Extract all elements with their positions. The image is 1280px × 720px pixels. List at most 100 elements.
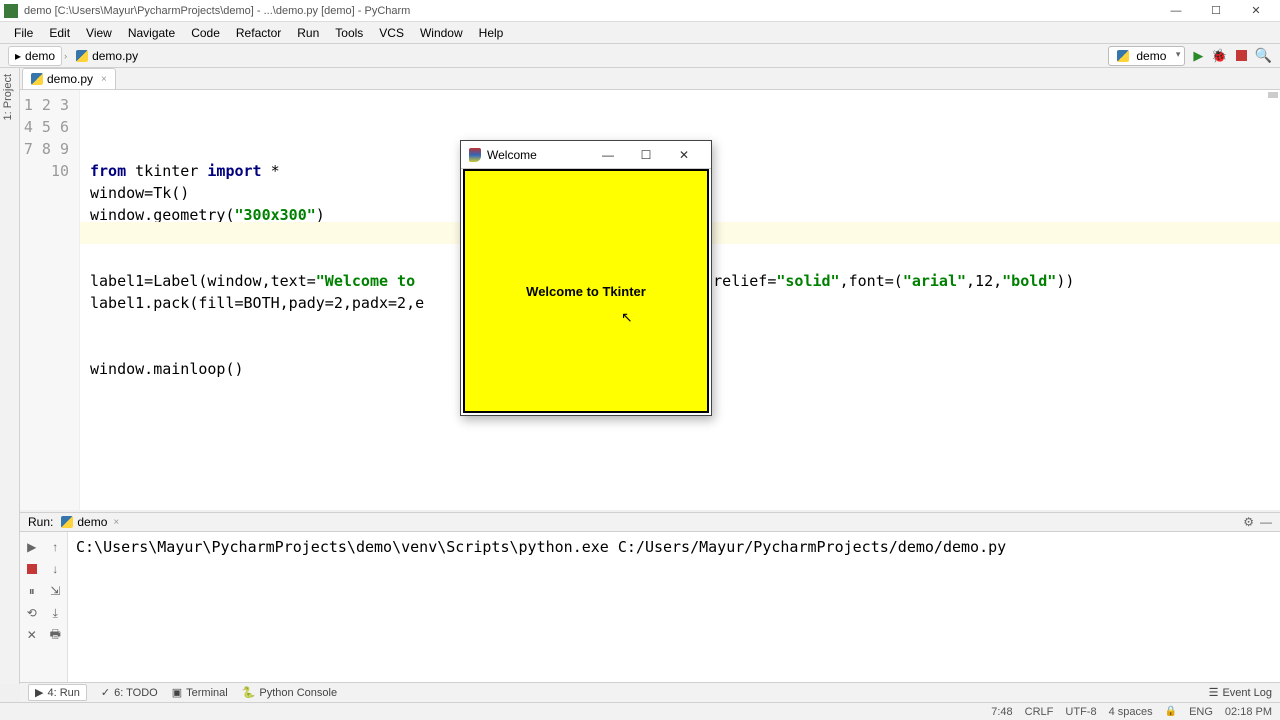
menu-vcs[interactable]: VCS	[371, 24, 412, 42]
mouse-cursor-icon: ↖	[621, 309, 633, 326]
menu-file[interactable]: File	[6, 24, 41, 42]
breadcrumb-file[interactable]: demo.py	[69, 46, 145, 66]
code-token: label1.pack(fill=BOTH,pady=2,padx=2,e	[90, 294, 424, 312]
run-tool-label: Run:	[28, 515, 53, 529]
status-indent[interactable]: 4 spaces	[1109, 706, 1153, 718]
code-token: "bold"	[1002, 272, 1056, 290]
python-file-icon	[61, 516, 73, 528]
tool-tab-pyconsole[interactable]: 🐍 Python Console	[242, 686, 337, 699]
menu-view[interactable]: View	[78, 24, 120, 42]
menu-help[interactable]: Help	[471, 24, 512, 42]
run-button[interactable]: ▶	[1193, 48, 1203, 64]
code-token: label1=Label(window,text=	[90, 272, 316, 290]
code-token: ))	[1056, 272, 1074, 290]
breadcrumb-project[interactable]: ▸ demo	[8, 46, 62, 66]
tool-tab-todo[interactable]: ✓ 6: TODO	[101, 686, 158, 699]
nav-toolbar: ▸ demo › demo.py demo ▶ 🐞 🔍	[0, 44, 1280, 68]
run-tab-close-icon[interactable]: ×	[113, 517, 119, 528]
code-token: window.mainloop()	[90, 360, 244, 378]
scroll-to-end-icon[interactable]: ⤓	[44, 602, 68, 624]
editor-tabs: demo.py ×	[0, 68, 1280, 90]
tool-tab-label: 6: TODO	[114, 687, 158, 699]
tool-tab-run[interactable]: ▶ 4: Run	[28, 684, 87, 701]
debug-button[interactable]: 🐞	[1211, 48, 1227, 64]
breadcrumb-file-label: demo.py	[92, 49, 138, 63]
python-file-icon	[76, 50, 88, 62]
line-numbers: 1 2 3 4 5 6 7 8 9 10	[20, 90, 80, 510]
exit-button[interactable]: ⟲	[20, 602, 44, 624]
step-down-icon[interactable]: ↓	[44, 558, 68, 580]
tool-tab-label: Event Log	[1222, 687, 1272, 699]
tool-tab-label: Python Console	[259, 687, 337, 699]
folder-icon: ▸	[15, 49, 21, 63]
stop-button[interactable]	[1236, 50, 1247, 61]
code-token: tkinter	[135, 162, 207, 180]
menu-code[interactable]: Code	[183, 24, 228, 42]
close-tab-icon[interactable]: ×	[101, 74, 107, 85]
code-token: ,12,	[966, 272, 1002, 290]
delete-icon[interactable]: ✕	[20, 624, 44, 646]
tool-tab-label: 4: Run	[47, 687, 79, 699]
window-close-button[interactable]: ✕	[1236, 0, 1276, 22]
tk-feather-icon	[469, 148, 481, 162]
code-token: "arial"	[903, 272, 966, 290]
code-token: "solid"	[776, 272, 839, 290]
window-title: demo [C:\Users\Mayur\PycharmProjects\dem…	[24, 5, 410, 17]
status-bar: 7:48 CRLF UTF-8 4 spaces 🔒 ENG 02:18 PM	[0, 702, 1280, 720]
run-tool-config: demo	[77, 515, 107, 529]
step-up-icon[interactable]: ↑	[44, 536, 68, 558]
menu-navigate[interactable]: Navigate	[120, 24, 183, 42]
editor-tab-demo[interactable]: demo.py ×	[22, 68, 116, 89]
tkinter-window[interactable]: Welcome — ☐ ✕ Welcome to Tkinter ↖	[460, 140, 712, 416]
tk-maximize-button[interactable]: ☐	[627, 148, 665, 162]
menu-run[interactable]: Run	[289, 24, 327, 42]
run-config-dropdown[interactable]: demo	[1108, 46, 1185, 66]
tool-tab-eventlog[interactable]: ☰ Event Log	[1209, 686, 1272, 699]
bottom-tool-stripe: ▶ 4: Run ✓ 6: TODO ▣ Terminal 🐍 Python C…	[20, 682, 1280, 702]
menu-refactor[interactable]: Refactor	[228, 24, 289, 42]
tool-tab-terminal[interactable]: ▣ Terminal	[172, 686, 228, 699]
run-settings-icon[interactable]: ⚙	[1243, 515, 1254, 529]
code-token: *	[271, 162, 280, 180]
run-output[interactable]: C:\Users\Mayur\PycharmProjects\demo\venv…	[68, 532, 1280, 684]
run-toolbar: ▶ ↑ ↓ ⏸ ⇲ ⟲ ⤓ ✕ 🖶	[20, 532, 68, 684]
run-hide-icon[interactable]: —	[1260, 515, 1272, 529]
status-encoding[interactable]: UTF-8	[1065, 706, 1096, 718]
tkinter-title-text: Welcome	[487, 148, 537, 162]
menu-edit[interactable]: Edit	[41, 24, 78, 42]
os-clock: 02:18 PM	[1225, 706, 1272, 718]
breadcrumb-project-label: demo	[25, 49, 55, 63]
project-tool-tab[interactable]: 1: Project	[0, 68, 16, 126]
tool-tab-label: Terminal	[186, 687, 228, 699]
run-config-label: demo	[1136, 49, 1166, 63]
pause-button[interactable]: ⏸	[20, 580, 44, 602]
scrollbar-marker	[1268, 92, 1278, 98]
status-line-sep[interactable]: CRLF	[1025, 706, 1054, 718]
code-token: import	[207, 162, 270, 180]
code-token: ,font=(	[840, 272, 903, 290]
soft-wrap-icon[interactable]: ⇲	[44, 580, 68, 602]
window-titlebar: demo [C:\Users\Mayur\PycharmProjects\dem…	[0, 0, 1280, 22]
menu-tools[interactable]: Tools	[327, 24, 371, 42]
python-file-icon	[1117, 50, 1129, 62]
editor-tab-label: demo.py	[47, 72, 93, 86]
run-output-text: C:\Users\Mayur\PycharmProjects\demo\venv…	[76, 538, 1006, 556]
tk-minimize-button[interactable]: —	[589, 148, 627, 162]
app-icon	[4, 4, 18, 18]
status-caret-pos[interactable]: 7:48	[991, 706, 1012, 718]
window-minimize-button[interactable]: —	[1156, 0, 1196, 22]
search-everywhere-button[interactable]: 🔍	[1255, 47, 1272, 64]
print-icon[interactable]: 🖶	[44, 624, 68, 646]
code-token: window=Tk()	[90, 184, 189, 202]
tkinter-label-widget: Welcome to Tkinter	[463, 169, 709, 413]
stop-run-button[interactable]	[20, 558, 44, 580]
readonly-lock-icon[interactable]: 🔒	[1165, 706, 1177, 718]
menu-window[interactable]: Window	[412, 24, 471, 42]
tkinter-titlebar[interactable]: Welcome — ☐ ✕	[461, 141, 711, 169]
window-maximize-button[interactable]: ☐	[1196, 0, 1236, 22]
tk-close-button[interactable]: ✕	[665, 148, 703, 162]
os-lang-indicator: ENG	[1189, 706, 1213, 718]
breadcrumb-separator-icon: ›	[64, 51, 67, 61]
rerun-button[interactable]: ▶	[20, 536, 44, 558]
main-menu: File Edit View Navigate Code Refactor Ru…	[0, 22, 1280, 44]
